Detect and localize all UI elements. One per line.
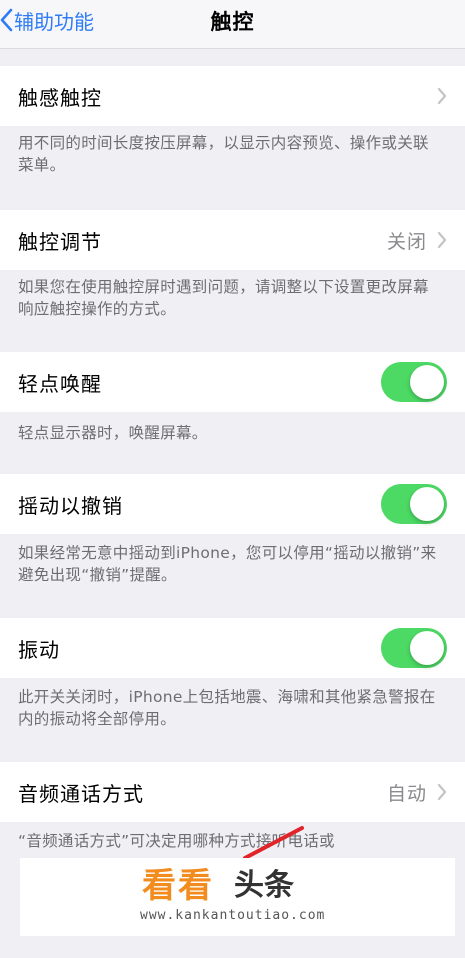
row-description: 此开关关闭时，iPhone上包括地震、海啸和其他紧急警报在内的振动将全部停用。 — [18, 688, 436, 728]
row-label: 音频通话方式 — [18, 781, 144, 806]
row-label: 触控调节 — [18, 229, 102, 254]
toggle-knob — [410, 631, 444, 665]
row-haptic-touch[interactable]: 触感触控 — [0, 66, 465, 126]
chevron-right-icon — [437, 87, 447, 105]
row-description: 用不同的时间长度按压屏幕，以显示内容预览、操作或关联菜单。 — [18, 134, 429, 174]
row-label: 触感触控 — [18, 85, 102, 110]
row-value: 关闭 — [386, 230, 427, 253]
row-touch-accommodations[interactable]: 触控调节 关闭 — [0, 210, 465, 270]
vibration-toggle[interactable] — [381, 628, 447, 668]
row-tap-to-wake: 轻点唤醒 — [0, 352, 465, 412]
navigation-bar: 辅助功能 触控 — [0, 0, 465, 49]
toggle-knob — [410, 487, 444, 521]
chevron-right-icon — [437, 231, 447, 249]
row-shake-to-undo: 摇动以撤销 — [0, 474, 465, 534]
row-description: “音频通话方式”可决定用哪种方式接听电话或 — [18, 832, 335, 850]
row-label: 摇动以撤销 — [18, 493, 123, 518]
watermark-brand-suffix: 头条 — [234, 868, 294, 903]
row-call-audio-routing[interactable]: 音频通话方式 自动 — [0, 762, 465, 822]
row-description: 轻点显示器时，唤醒屏幕。 — [18, 424, 208, 442]
watermark-brand: 看看 — [142, 866, 214, 906]
toggle-knob — [410, 365, 444, 399]
shake-to-undo-toggle[interactable] — [381, 484, 447, 524]
chevron-right-icon — [437, 783, 447, 801]
tap-to-wake-toggle[interactable] — [381, 362, 447, 402]
row-description: 如果经常无意中摇动到iPhone，您可以停用“摇动以撤销”来避免出现“撤销”提醒… — [18, 544, 437, 584]
row-value: 自动 — [386, 782, 427, 805]
row-label: 轻点唤醒 — [18, 371, 102, 396]
red-annotation-stroke — [243, 826, 304, 860]
row-vibration: 振动 — [0, 618, 465, 678]
row-label: 振动 — [18, 637, 60, 662]
page-title: 触控 — [210, 10, 255, 34]
watermark: 看看 头条 www.kankantoutiao.com — [20, 858, 455, 936]
row-description: 如果您在使用触控屏时遇到问题，请调整以下设置更改屏幕响应触控操作的方式。 — [18, 278, 429, 318]
watermark-url: www.kankantoutiao.com — [140, 908, 326, 923]
